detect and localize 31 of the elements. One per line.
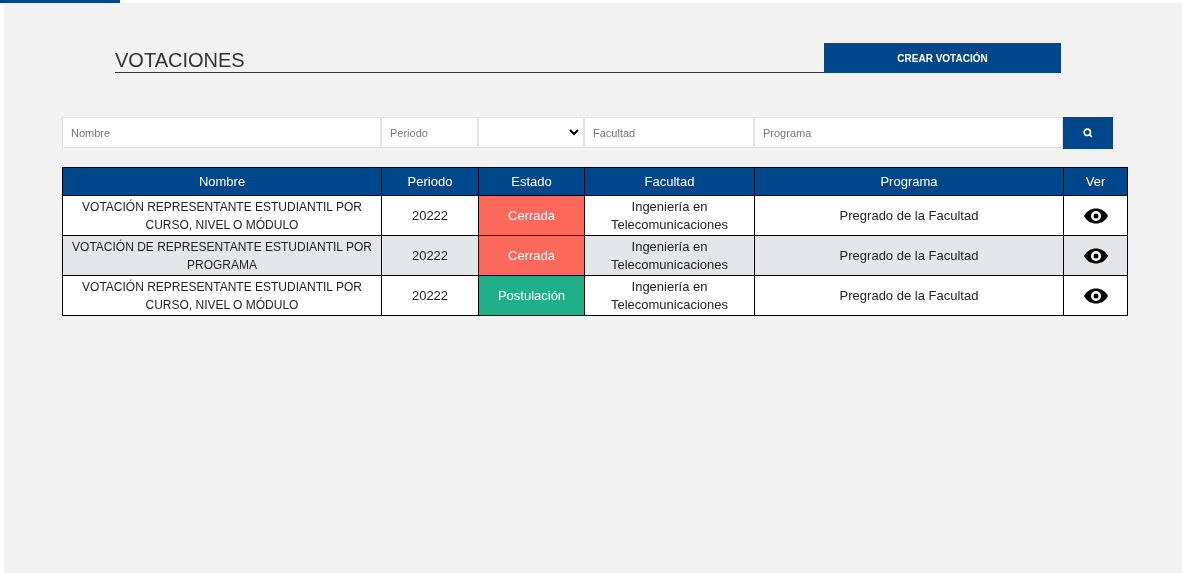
search-button[interactable] (1063, 117, 1113, 149)
table-cell: Pregrado de la Facultad (754, 275, 1064, 316)
table-cell: 20222 (381, 275, 479, 316)
chevron-down-icon (569, 129, 579, 136)
faculty-field[interactable]: Facultad (584, 117, 754, 148)
create-button[interactable]: CREAR VOTACIÓN (824, 43, 1061, 73)
table-cell: VOTACIÓN DE REPRESENTANTE ESTUDIANTIL POR PROGRAMA (62, 235, 382, 276)
page-title: VOTACIONES (115, 50, 246, 70)
search-icon (1083, 128, 1093, 138)
program-field[interactable]: Programa (754, 117, 1063, 148)
column-header: Estado (478, 167, 585, 196)
table-cell: 20222 (381, 195, 479, 236)
table-cell: Ingeniería en Telecomunicaciones (584, 235, 755, 276)
table-cell: 20222 (381, 235, 479, 276)
status-cell: Cerrada (478, 235, 585, 276)
table-cell: VOTACIÓN REPRESENTANTE ESTUDIANTIL POR CURSO, NIVEL O MÓDULO (62, 195, 382, 236)
status-cell: Postulación (478, 275, 585, 316)
table-cell: Pregrado de la Facultad (754, 235, 1064, 276)
column-header: Nombre (62, 167, 382, 196)
table-cell: Ingeniería en Telecomunicaciones (584, 195, 755, 236)
column-header: Programa (754, 167, 1064, 196)
table-cell: VOTACIÓN REPRESENTANTE ESTUDIANTIL POR CURSO, NIVEL O MÓDULO (62, 275, 382, 316)
column-header: Facultad (584, 167, 755, 196)
table-cell: Pregrado de la Facultad (754, 195, 1064, 236)
column-header: Periodo (381, 167, 479, 196)
column-header: Ver (1063, 167, 1128, 196)
table-cell: Ingeniería en Telecomunicaciones (584, 275, 755, 316)
status-cell: Cerrada (478, 195, 585, 236)
dropdown-field[interactable] (478, 117, 584, 148)
period-field[interactable]: Periodo (381, 117, 478, 148)
name-field[interactable]: Nombre (62, 117, 381, 148)
